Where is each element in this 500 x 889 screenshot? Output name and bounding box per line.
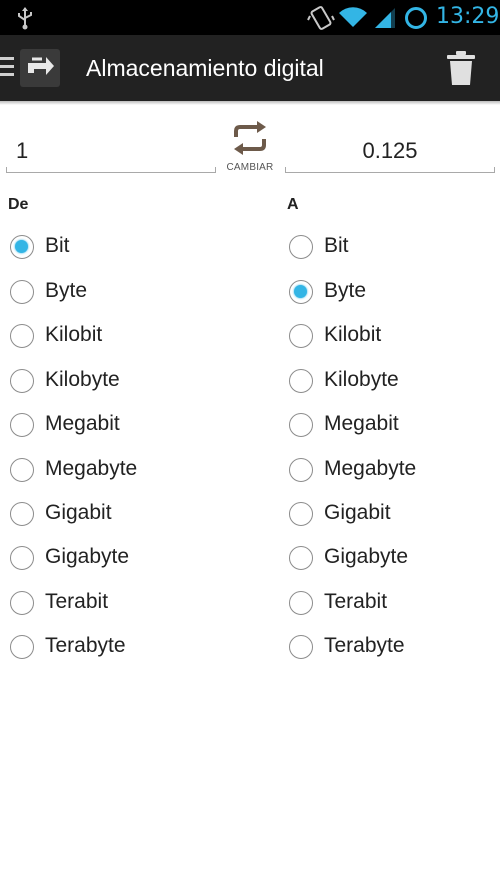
to-input-container [285, 133, 495, 173]
radio-button[interactable] [10, 502, 34, 526]
to-input-underline [285, 167, 495, 173]
from-radio-megabyte[interactable]: Megabyte [10, 450, 210, 490]
swap-button[interactable]: CAMBIAR [218, 118, 282, 178]
radio-label: Kilobit [324, 323, 382, 346]
radio-button[interactable] [289, 546, 313, 570]
from-radio-terabit[interactable]: Terabit [10, 583, 210, 623]
swap-icon [234, 121, 266, 155]
radio-button[interactable] [289, 635, 313, 659]
radio-button[interactable] [289, 280, 313, 304]
radio-label: Terabyte [45, 634, 126, 657]
radio-button[interactable] [289, 369, 313, 393]
clock: 13:29 [436, 4, 500, 29]
radio-button[interactable] [289, 591, 313, 615]
usb-icon [18, 7, 32, 30]
radio-button[interactable] [10, 324, 34, 348]
from-input-container [6, 133, 216, 173]
radio-button[interactable] [289, 413, 313, 437]
vibrate-icon [307, 6, 335, 30]
radio-label: Byte [45, 279, 88, 302]
signal-icon [375, 8, 395, 28]
to-radio-terabyte[interactable]: Terabyte [289, 627, 489, 667]
from-radio-terabyte[interactable]: Terabyte [10, 627, 210, 667]
alarm-icon [405, 7, 427, 29]
from-input-underline [6, 167, 216, 173]
from-radio-kilobit[interactable]: Kilobit [10, 316, 210, 356]
radio-label: Megabit [324, 412, 399, 435]
swap-label: CAMBIAR [226, 162, 274, 173]
radio-label: Gigabit [324, 501, 391, 524]
radio-label: Terabit [324, 590, 388, 613]
to-heading: A [287, 196, 299, 213]
radio-button[interactable] [289, 458, 313, 482]
radio-button[interactable] [289, 502, 313, 526]
page-title: Almacenamiento digital [86, 55, 324, 81]
radio-label: Kilobit [45, 323, 103, 346]
radio-label: Gigabit [45, 501, 112, 524]
from-radio-megabit[interactable]: Megabit [10, 405, 210, 445]
from-heading: De [8, 196, 29, 213]
radio-label: Terabit [45, 590, 109, 613]
to-value-input[interactable] [285, 133, 495, 169]
from-radio-gigabit[interactable]: Gigabit [10, 494, 210, 534]
radio-button[interactable] [10, 413, 34, 437]
trash-icon[interactable] [446, 50, 476, 86]
wifi-icon [339, 7, 367, 27]
radio-label: Gigabyte [45, 545, 130, 568]
to-radio-megabyte[interactable]: Megabyte [289, 450, 489, 490]
radio-label: Kilobyte [45, 368, 120, 391]
to-radio-gigabit[interactable]: Gigabit [289, 494, 489, 534]
radio-label: Bit [324, 234, 349, 257]
radio-label: Kilobyte [324, 368, 399, 391]
radio-label: Terabyte [324, 634, 405, 657]
to-radio-byte[interactable]: Byte [289, 272, 489, 312]
to-radio-terabit[interactable]: Terabit [289, 583, 489, 623]
from-radio-gigabyte[interactable]: Gigabyte [10, 538, 210, 578]
radio-button[interactable] [10, 235, 34, 259]
from-radio-kilobyte[interactable]: Kilobyte [10, 361, 210, 401]
radio-label: Byte [324, 279, 367, 302]
action-bar: Almacenamiento digital [0, 35, 500, 101]
radio-button[interactable] [10, 546, 34, 570]
radio-button[interactable] [10, 369, 34, 393]
status-bar: 13:29 [0, 0, 500, 35]
radio-label: Megabyte [45, 457, 138, 480]
radio-label: Bit [45, 234, 70, 257]
app-icon[interactable] [20, 49, 60, 87]
radio-label: Megabyte [324, 457, 417, 480]
radio-button[interactable] [289, 324, 313, 348]
from-radio-byte[interactable]: Byte [10, 272, 210, 312]
radio-button[interactable] [10, 591, 34, 615]
radio-label: Gigabyte [324, 545, 409, 568]
menu-icon[interactable] [0, 57, 14, 79]
action-bar-shadow [0, 101, 500, 105]
to-radio-megabit[interactable]: Megabit [289, 405, 489, 445]
from-value-input[interactable] [6, 133, 216, 169]
to-radio-gigabyte[interactable]: Gigabyte [289, 538, 489, 578]
to-radio-kilobyte[interactable]: Kilobyte [289, 361, 489, 401]
radio-button[interactable] [289, 235, 313, 259]
radio-button[interactable] [10, 635, 34, 659]
radio-label: Megabit [45, 412, 120, 435]
to-radio-bit[interactable]: Bit [289, 227, 489, 267]
radio-button[interactable] [10, 280, 34, 304]
from-radio-bit[interactable]: Bit [10, 227, 210, 267]
to-radio-kilobit[interactable]: Kilobit [289, 316, 489, 356]
radio-button[interactable] [10, 458, 34, 482]
